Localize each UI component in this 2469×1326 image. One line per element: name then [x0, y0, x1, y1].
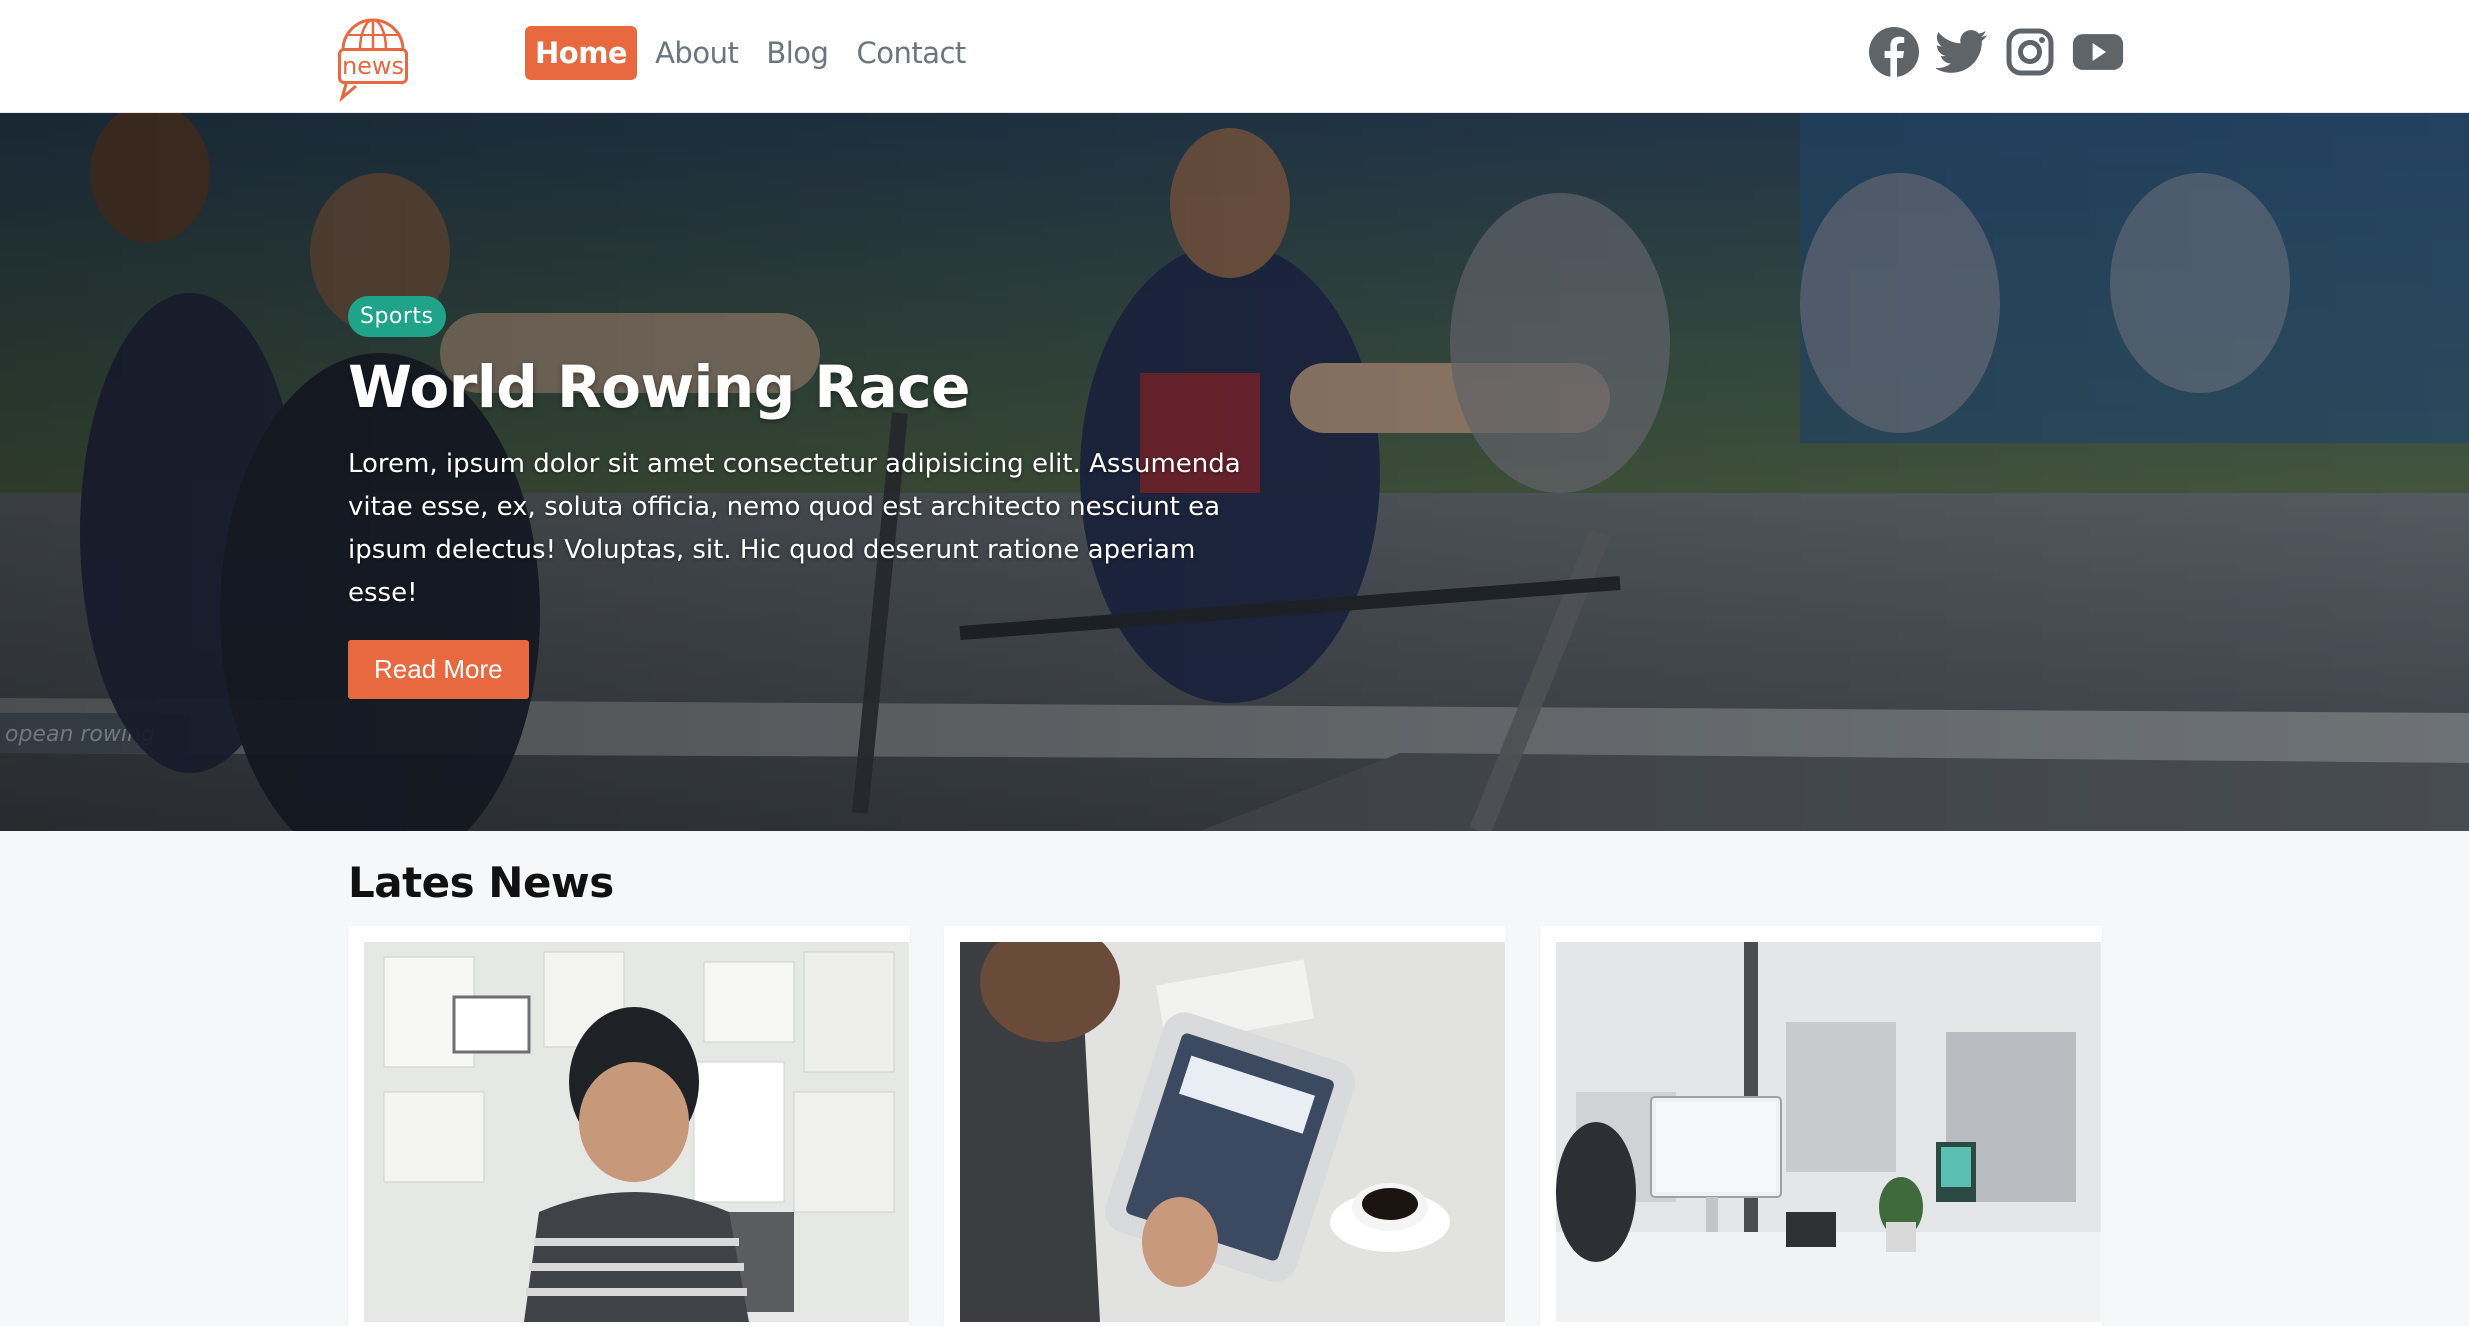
news-card[interactable]	[944, 926, 1506, 1326]
main-nav: Home About Blog Contact	[525, 26, 976, 80]
nav-contact[interactable]: Contact	[846, 26, 975, 80]
nav-about[interactable]: About	[645, 26, 748, 80]
hero-description: Lorem, ipsum dolor sit amet consectetur …	[348, 449, 1241, 608]
social-links	[1868, 24, 2124, 80]
navbar: news Home About Blog Contact	[0, 0, 2469, 113]
instagram-icon[interactable]	[2004, 24, 2056, 80]
news-card-image[interactable]	[960, 942, 1505, 1322]
news-card-image[interactable]	[1556, 942, 2101, 1322]
news-card[interactable]	[1540, 926, 2102, 1326]
nav-blog[interactable]: Blog	[756, 26, 838, 80]
hero-title: World Rowing Race	[348, 353, 970, 421]
nav-home[interactable]: Home	[525, 26, 638, 80]
logo-text: news	[338, 48, 408, 84]
category-badge[interactable]: Sports	[348, 296, 446, 337]
hero-banner: opean rowing Sports World Rowing Race Lo…	[0, 113, 2469, 831]
news-card[interactable]	[348, 926, 910, 1326]
read-more-button[interactable]: Read More	[348, 640, 529, 699]
youtube-icon[interactable]	[2072, 24, 2124, 80]
latest-news-heading: Lates News	[348, 858, 614, 907]
twitter-icon[interactable]	[1936, 24, 1988, 80]
news-card-list	[348, 926, 2102, 1326]
news-card-image[interactable]	[364, 942, 909, 1322]
facebook-icon[interactable]	[1868, 24, 1920, 80]
logo[interactable]: news	[328, 12, 418, 102]
hero-content: Sports World Rowing Race Lorem, ipsum do…	[348, 296, 1248, 699]
